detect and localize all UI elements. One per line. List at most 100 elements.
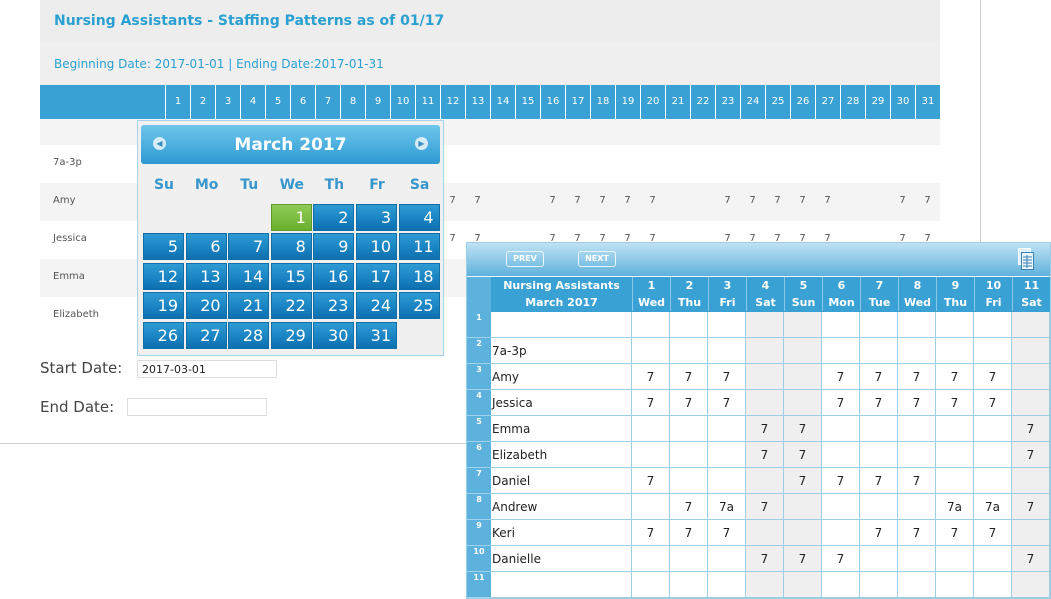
sheet-cell[interactable]: 7a xyxy=(974,494,1012,520)
sheet-cell[interactable] xyxy=(1012,390,1050,416)
calendar-day[interactable]: 28 xyxy=(228,322,270,349)
sheet-cell[interactable] xyxy=(822,520,860,546)
sheet-cell[interactable]: 7 xyxy=(898,468,936,494)
calendar-day[interactable]: 1 xyxy=(270,204,312,231)
column-weekday[interactable]: Fri xyxy=(974,294,1012,311)
sheet-cell[interactable] xyxy=(974,442,1012,468)
sheet-cell[interactable]: 7 xyxy=(936,364,974,390)
row-number[interactable]: 6 xyxy=(467,443,491,452)
sheet-cell[interactable] xyxy=(746,312,784,338)
sheet-cell[interactable] xyxy=(670,416,708,442)
sheet-cell[interactable] xyxy=(1012,468,1050,494)
sheet-cell[interactable]: 7 xyxy=(784,546,822,572)
sheet-cell[interactable] xyxy=(708,442,746,468)
column-day-number[interactable]: 10 xyxy=(974,277,1012,294)
sheet-cell[interactable]: 7 xyxy=(632,364,670,390)
column-weekday[interactable]: Tue xyxy=(860,294,898,311)
column-weekday[interactable]: Thu xyxy=(670,294,708,311)
sheet-cell[interactable]: 7a xyxy=(936,494,974,520)
calendar-day[interactable]: 3 xyxy=(356,204,397,231)
column-weekday[interactable]: Fri xyxy=(708,294,746,311)
sheet-cell[interactable] xyxy=(1012,520,1050,546)
sheet-cell[interactable] xyxy=(784,572,822,598)
sheet-row-name[interactable]: Amy xyxy=(491,364,632,390)
calendar-day[interactable]: 6 xyxy=(185,233,227,260)
sheet-cell[interactable]: 7 xyxy=(898,390,936,416)
column-day-number[interactable]: 8 xyxy=(898,277,936,294)
sheet-cell[interactable] xyxy=(936,442,974,468)
sheet-cell[interactable] xyxy=(822,416,860,442)
calendar-day[interactable]: 27 xyxy=(185,322,227,349)
sheet-cell[interactable] xyxy=(860,312,898,338)
calendar-day[interactable]: 10 xyxy=(356,233,397,260)
sheet-cell[interactable] xyxy=(746,572,784,598)
sheet-cell[interactable] xyxy=(632,312,670,338)
sheet-cell[interactable] xyxy=(974,468,1012,494)
calendar-day[interactable]: 7 xyxy=(228,233,270,260)
sheet-cell[interactable]: 7 xyxy=(822,546,860,572)
sheet-cell[interactable] xyxy=(632,572,670,598)
sheet-cell[interactable] xyxy=(860,572,898,598)
sheet-cell[interactable]: 7 xyxy=(784,468,822,494)
sheet-cell[interactable]: 7 xyxy=(898,364,936,390)
sheet-cell[interactable]: 7 xyxy=(822,468,860,494)
column-day-number[interactable]: 4 xyxy=(746,277,784,294)
sheet-cell[interactable] xyxy=(898,572,936,598)
sheet-cell[interactable]: 7 xyxy=(898,520,936,546)
sheet-cell[interactable] xyxy=(936,546,974,572)
column-weekday[interactable]: Sat xyxy=(746,294,784,311)
sheet-cell[interactable] xyxy=(860,416,898,442)
calendar-day[interactable]: 20 xyxy=(185,292,227,319)
sheet-cell[interactable] xyxy=(708,416,746,442)
column-day-number[interactable]: 1 xyxy=(632,277,670,294)
sheet-cell[interactable] xyxy=(708,546,746,572)
calendar-day[interactable]: 30 xyxy=(313,322,355,349)
sheet-cell[interactable]: 7 xyxy=(1012,546,1050,572)
grid-cell[interactable]: 7 xyxy=(465,195,490,206)
column-day-number[interactable]: 3 xyxy=(708,277,746,294)
sheet-cell[interactable] xyxy=(860,546,898,572)
sheet-cell[interactable] xyxy=(1012,338,1050,364)
grid-cell[interactable]: 7 xyxy=(740,195,765,206)
sheet-cell[interactable] xyxy=(1012,364,1050,390)
column-weekday[interactable]: Sat xyxy=(1012,294,1050,311)
sheet-cell[interactable] xyxy=(708,468,746,494)
sheet-cell[interactable]: 7 xyxy=(670,364,708,390)
sheet-cell[interactable] xyxy=(632,494,670,520)
sheet-row-name[interactable]: Andrew xyxy=(491,494,632,520)
sheet-cell[interactable]: 7 xyxy=(784,416,822,442)
sheet-cell[interactable] xyxy=(860,338,898,364)
sheet-cell[interactable]: 7 xyxy=(936,520,974,546)
sheet-cell[interactable] xyxy=(632,442,670,468)
sheet-cell[interactable] xyxy=(632,416,670,442)
row-number[interactable]: 3 xyxy=(467,365,491,374)
sheet-cell[interactable]: 7 xyxy=(670,494,708,520)
calendar-day[interactable]: 5 xyxy=(143,233,184,260)
calendar-day[interactable]: 26 xyxy=(143,322,184,349)
sheet-cell[interactable] xyxy=(708,338,746,364)
sheet-cell[interactable] xyxy=(822,312,860,338)
grid-cell[interactable]: 7 xyxy=(890,195,915,206)
sheet-cell[interactable] xyxy=(860,494,898,520)
calendar-day[interactable]: 25 xyxy=(398,292,440,319)
calendar-day[interactable]: 9 xyxy=(313,233,355,260)
sheet-cell[interactable]: 7 xyxy=(822,390,860,416)
calendar-day[interactable]: 17 xyxy=(356,263,397,290)
calendar-day[interactable]: 13 xyxy=(185,263,227,290)
sheet-row-name[interactable]: 7a-3p xyxy=(491,338,632,364)
calendar-day[interactable]: 11 xyxy=(398,233,440,260)
sheet-row-name[interactable]: Daniel xyxy=(491,468,632,494)
grid-cell[interactable]: 7 xyxy=(540,195,565,206)
sheet-cell[interactable] xyxy=(936,572,974,598)
sheet-cell[interactable] xyxy=(632,546,670,572)
sheet-cell[interactable]: 7 xyxy=(860,468,898,494)
start-date-input[interactable] xyxy=(137,360,277,378)
row-number[interactable]: 10 xyxy=(467,547,491,556)
sheet-row-name[interactable]: Emma xyxy=(491,416,632,442)
column-weekday[interactable]: Thu xyxy=(936,294,974,311)
sheet-cell[interactable] xyxy=(974,338,1012,364)
sheet-cell[interactable]: 7 xyxy=(746,546,784,572)
sheet-cell[interactable]: 7 xyxy=(708,364,746,390)
column-weekday[interactable]: Mon xyxy=(822,294,860,311)
sheet-row-name[interactable]: Keri xyxy=(491,520,632,546)
